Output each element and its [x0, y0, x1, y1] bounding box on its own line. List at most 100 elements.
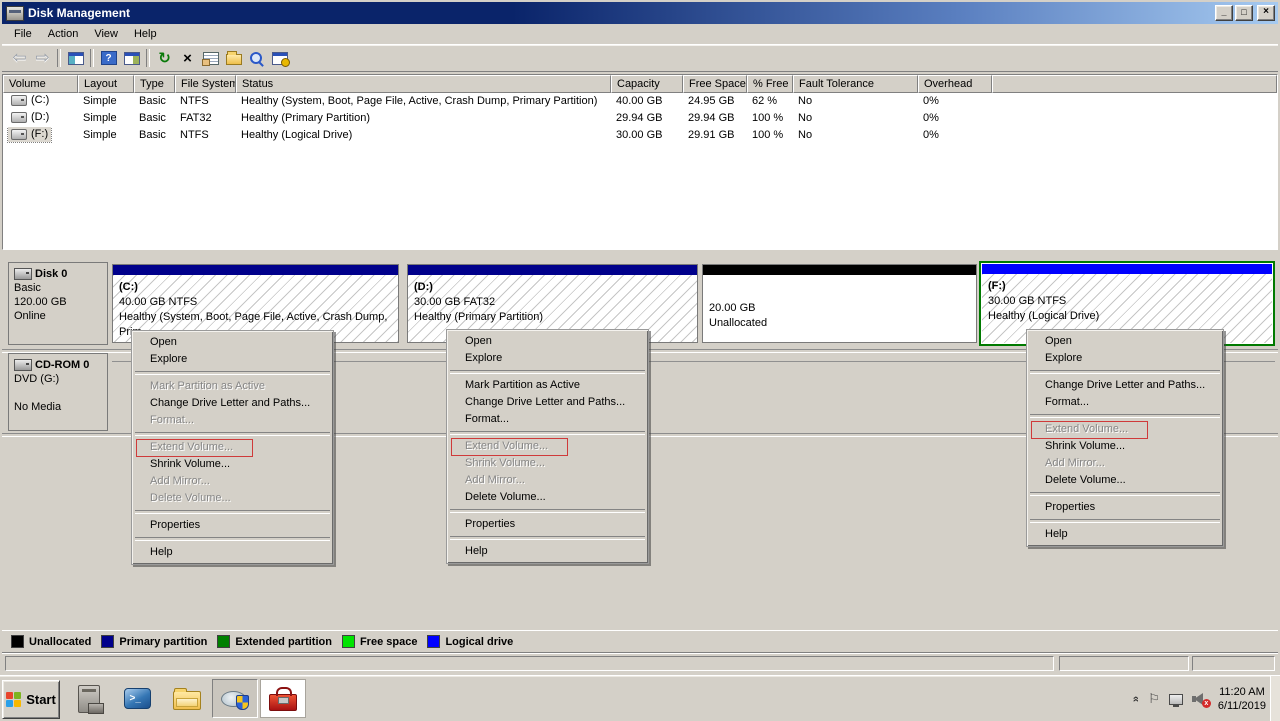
- unallocated-label: Unallocated: [709, 316, 976, 331]
- column-header-overhead[interactable]: Overhead: [918, 75, 992, 93]
- manage-button[interactable]: [268, 47, 291, 69]
- cell-fault: No: [793, 93, 918, 110]
- legend-label: Unallocated: [29, 636, 91, 648]
- menu-item-format[interactable]: Format...: [448, 411, 647, 428]
- properties-button[interactable]: [199, 47, 222, 69]
- help-icon: ?: [101, 51, 117, 65]
- network-icon[interactable]: [1169, 694, 1183, 705]
- menu-view[interactable]: View: [86, 26, 126, 42]
- toolbox-button[interactable]: [260, 679, 306, 718]
- menu-help[interactable]: Help: [126, 26, 165, 42]
- find-button[interactable]: [245, 47, 268, 69]
- cell-volume: (C:): [3, 93, 78, 110]
- menu-bar: FileActionViewHelp: [2, 24, 1278, 44]
- column-header-volume[interactable]: Volume: [3, 75, 78, 93]
- legend-item-primary-partition: Primary partition: [101, 635, 207, 648]
- menu-item-shrink-volume: Shrink Volume...: [448, 455, 647, 472]
- delete-button[interactable]: ×: [176, 47, 199, 69]
- menu-item-help[interactable]: Help: [133, 544, 332, 561]
- partition-c-label: (C:): [119, 280, 398, 295]
- column-header-status[interactable]: Status: [236, 75, 611, 93]
- menu-separator: [450, 509, 645, 513]
- logical-drive-strip: [982, 264, 1272, 274]
- menu-item-format[interactable]: Format...: [1028, 394, 1222, 411]
- column-header-type[interactable]: Type: [134, 75, 175, 93]
- menu-item-help[interactable]: Help: [1028, 526, 1222, 543]
- menu-action[interactable]: Action: [40, 26, 87, 42]
- tray-clock[interactable]: 11:20 AM 6/11/2019: [1218, 685, 1266, 713]
- column-header-free-space[interactable]: Free Space: [683, 75, 747, 93]
- menu-item-open[interactable]: Open: [1028, 333, 1222, 350]
- title-bar[interactable]: Disk Management _ □ ×: [2, 2, 1278, 24]
- menu-item-delete-volume[interactable]: Delete Volume...: [1028, 472, 1222, 489]
- powershell-button[interactable]: [114, 679, 160, 718]
- hidden-icons-chevron-icon[interactable]: »: [1130, 696, 1142, 702]
- menu-item-properties[interactable]: Properties: [1028, 499, 1222, 516]
- manage-computer-icon: [272, 52, 288, 65]
- column-header-fault-tolerance[interactable]: Fault Tolerance: [793, 75, 918, 93]
- help-button[interactable]: ?: [97, 47, 120, 69]
- volume-list: VolumeLayoutTypeFile SystemStatusCapacit…: [2, 74, 1278, 250]
- menu-item-explore[interactable]: Explore: [133, 351, 332, 368]
- system-tray: » ⚐ x 11:20 AM 6/11/2019: [1133, 680, 1266, 718]
- menu-item-explore[interactable]: Explore: [448, 350, 647, 367]
- primary-partition-swatch: [101, 635, 114, 648]
- back-button[interactable]: ⇦: [8, 47, 31, 69]
- windows-flag-icon: [6, 692, 22, 708]
- volume-row-d[interactable]: (D:)SimpleBasicFAT32Healthy (Primary Par…: [3, 110, 1277, 127]
- menu-item-change-drive-letter-and-paths[interactable]: Change Drive Letter and Paths...: [1028, 377, 1222, 394]
- show-desktop-button[interactable]: [1270, 676, 1280, 721]
- menu-item-mark-partition-as-active[interactable]: Mark Partition as Active: [448, 377, 647, 394]
- column-header-free[interactable]: % Free: [747, 75, 793, 93]
- unallocated-size: 20.00 GB: [709, 301, 976, 316]
- server-manager-button[interactable]: [66, 679, 112, 718]
- cdrom-label[interactable]: CD-ROM 0 DVD (G:) No Media: [8, 353, 108, 431]
- menu-separator: [135, 537, 330, 541]
- cell-pct: 100 %: [747, 110, 793, 127]
- unallocated-region[interactable]: 20.00 GB Unallocated: [702, 264, 977, 343]
- menu-item-open[interactable]: Open: [448, 333, 647, 350]
- action-center-flag-icon[interactable]: ⚐: [1148, 691, 1160, 707]
- open-button[interactable]: [222, 47, 245, 69]
- unallocated-strip: [703, 265, 976, 275]
- disk-management-button[interactable]: [212, 679, 258, 718]
- column-header-layout[interactable]: Layout: [78, 75, 134, 93]
- menu-item-shrink-volume[interactable]: Shrink Volume...: [133, 456, 332, 473]
- disk0-label[interactable]: Disk 0 Basic 120.00 GB Online: [8, 262, 108, 345]
- column-header-capacity[interactable]: Capacity: [611, 75, 683, 93]
- show-console-tree-button[interactable]: [64, 47, 87, 69]
- window-controls: _ □ ×: [1215, 5, 1275, 21]
- menu-item-open[interactable]: Open: [133, 334, 332, 351]
- menu-item-properties[interactable]: Properties: [133, 517, 332, 534]
- minimize-button[interactable]: _: [1215, 5, 1233, 21]
- toolbar-separator: [90, 49, 94, 67]
- menu-item-change-drive-letter-and-paths[interactable]: Change Drive Letter and Paths...: [448, 394, 647, 411]
- volume-row-f[interactable]: (F:)SimpleBasicNTFSHealthy (Logical Driv…: [3, 127, 1277, 144]
- legend-label: Logical drive: [445, 636, 513, 648]
- menu-separator: [450, 431, 645, 435]
- close-button[interactable]: ×: [1257, 5, 1275, 21]
- cell-type: Basic: [134, 93, 175, 110]
- menu-file[interactable]: File: [6, 26, 40, 42]
- disk0-status: Online: [14, 309, 107, 323]
- cell-fs: NTFS: [175, 127, 236, 144]
- volume-muted-icon[interactable]: x: [1192, 692, 1209, 706]
- disk-management-icon: [221, 688, 249, 710]
- menu-item-explore[interactable]: Explore: [1028, 350, 1222, 367]
- menu-item-properties[interactable]: Properties: [448, 516, 647, 533]
- file-explorer-button[interactable]: [164, 679, 210, 718]
- menu-item-help[interactable]: Help: [448, 543, 647, 560]
- show-action-pane-button[interactable]: [120, 47, 143, 69]
- volume-list-header: VolumeLayoutTypeFile SystemStatusCapacit…: [3, 75, 1277, 93]
- partition-f-size: 30.00 GB NTFS: [988, 294, 1272, 309]
- menu-item-delete-volume[interactable]: Delete Volume...: [448, 489, 647, 506]
- column-header-file-system[interactable]: File System: [175, 75, 236, 93]
- maximize-button[interactable]: □: [1235, 5, 1253, 21]
- refresh-button[interactable]: ↻: [153, 47, 176, 69]
- start-button[interactable]: Start: [2, 680, 60, 719]
- menu-item-change-drive-letter-and-paths[interactable]: Change Drive Letter and Paths...: [133, 395, 332, 412]
- refresh-icon: ↻: [158, 49, 171, 67]
- volume-row-c[interactable]: (C:)SimpleBasicNTFSHealthy (System, Boot…: [3, 93, 1277, 110]
- forward-button[interactable]: ⇨: [31, 47, 54, 69]
- menu-item-shrink-volume[interactable]: Shrink Volume...: [1028, 438, 1222, 455]
